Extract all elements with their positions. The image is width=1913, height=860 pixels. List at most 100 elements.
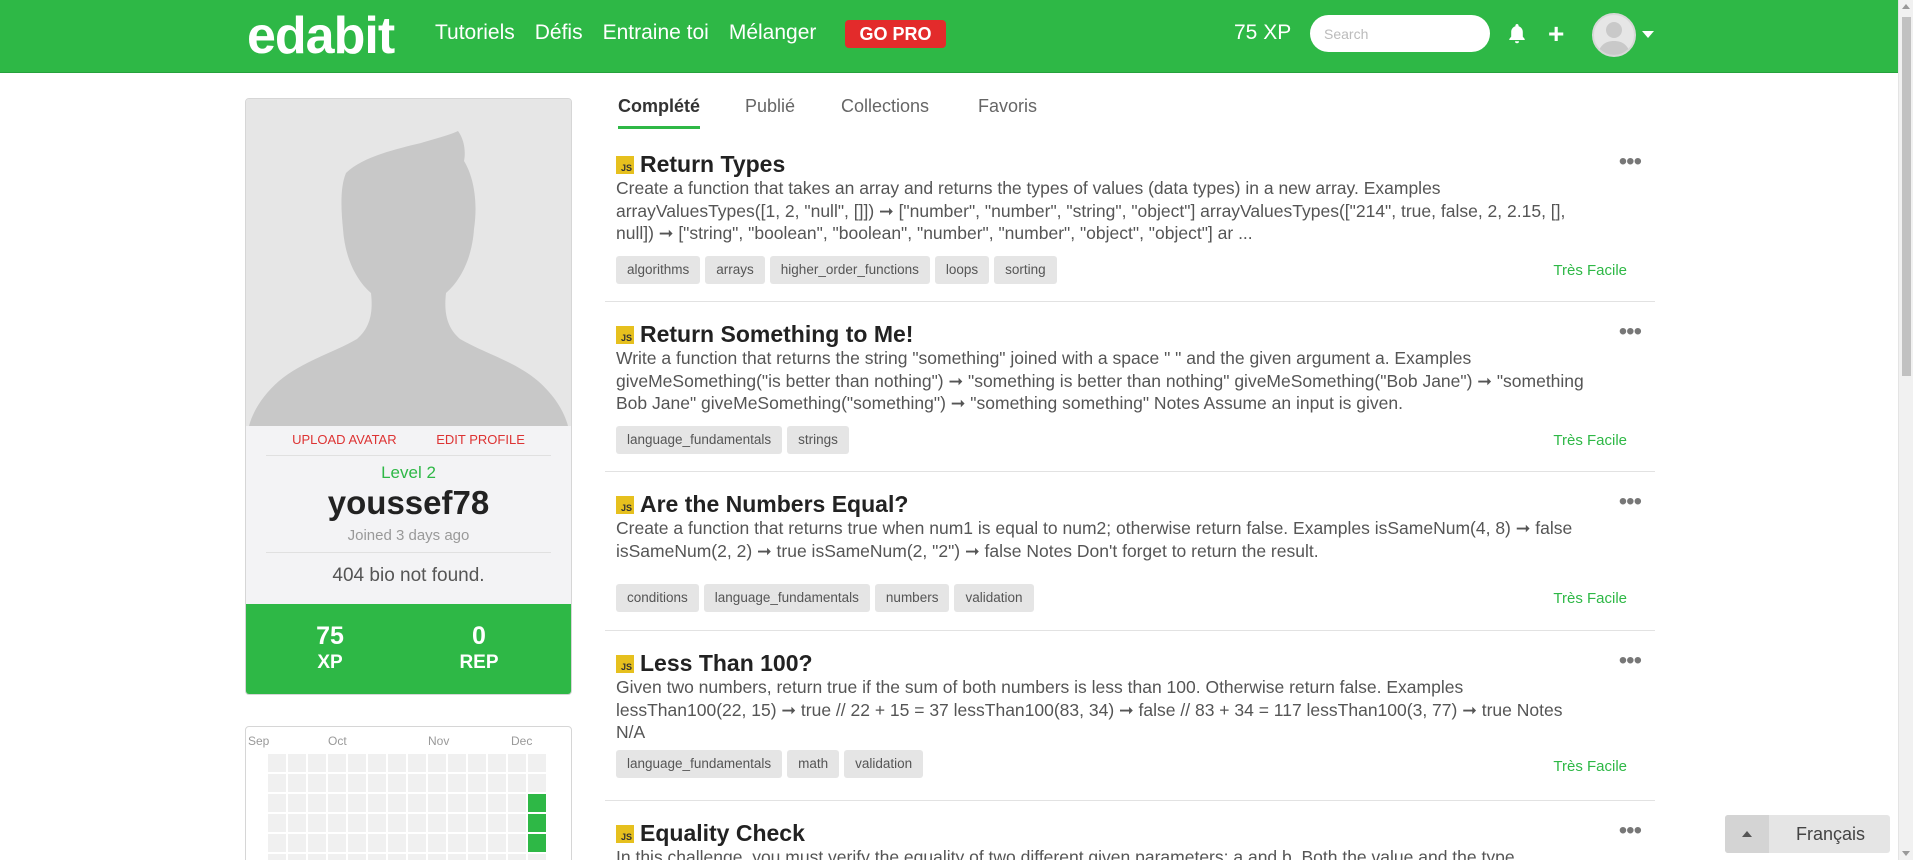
challenge-title[interactable]: Equality Check: [640, 820, 805, 847]
bell-icon[interactable]: [1505, 22, 1529, 46]
tag[interactable]: validation: [954, 584, 1034, 612]
more-options-icon[interactable]: •••: [1619, 649, 1642, 673]
tag[interactable]: loops: [934, 256, 990, 284]
challenge-item[interactable]: JS Less Than 100? ••• Given two numbers,…: [605, 649, 1655, 801]
heatmap-cell: [288, 834, 306, 852]
tab-favoris[interactable]: Favoris: [978, 96, 1037, 126]
chevron-up-icon[interactable]: [1725, 815, 1769, 853]
challenge-title[interactable]: Return Something to Me!: [640, 321, 913, 348]
challenge-header: JS Return Something to Me!: [616, 321, 913, 348]
tag[interactable]: math: [787, 750, 840, 778]
heatmap-cell: [288, 774, 306, 792]
stats-panel: 75 XP 0 REP: [246, 604, 571, 694]
search-input[interactable]: [1310, 15, 1490, 52]
nav-entraine-toi[interactable]: Entraine toi: [603, 21, 709, 45]
joined-date: Joined 3 days ago: [347, 527, 470, 544]
tag[interactable]: numbers: [874, 584, 950, 612]
tab-publie[interactable]: Publié: [745, 96, 795, 126]
heatmap-cell: [368, 854, 386, 860]
tag[interactable]: conditions: [616, 584, 699, 612]
language-selector[interactable]: Français: [1725, 815, 1890, 853]
chevron-down-icon[interactable]: [1642, 31, 1654, 38]
tag[interactable]: language_fundamentals: [616, 750, 783, 778]
tab-collections[interactable]: Collections: [841, 96, 929, 126]
challenge-tags: language_fundamentals math validation: [616, 750, 924, 778]
heatmap-cell: [388, 814, 406, 832]
heatmap-cell: [308, 774, 326, 792]
rep-value: 0: [472, 622, 486, 650]
heatmap-cell: [328, 794, 346, 812]
challenge-tags: language_fundamentals strings: [616, 426, 849, 454]
nav-tutoriels[interactable]: Tutoriels: [435, 21, 515, 45]
challenge-item[interactable]: JS Return Types ••• Create a function th…: [605, 150, 1655, 302]
tag[interactable]: sorting: [994, 256, 1057, 284]
heatmap-cell: [288, 814, 306, 832]
heatmap-cell: [488, 814, 506, 832]
xp-label: XP: [317, 652, 343, 673]
divider: [266, 455, 551, 456]
challenge-header: JS Are the Numbers Equal?: [616, 491, 908, 518]
tab-complete[interactable]: Complété: [618, 96, 701, 129]
tag[interactable]: language_fundamentals: [616, 426, 783, 454]
challenge-item[interactable]: JS Return Something to Me! ••• Write a f…: [605, 320, 1655, 472]
tag[interactable]: algorithms: [616, 256, 701, 284]
challenge-item[interactable]: JS Equality Check ••• In this challenge,…: [605, 820, 1655, 860]
challenge-header: JS Return Types: [616, 151, 785, 178]
challenge-title[interactable]: Return Types: [640, 151, 785, 178]
tag[interactable]: arrays: [705, 256, 765, 284]
heatmap-grid: [268, 754, 546, 860]
heatmap-cell: [468, 814, 486, 832]
heatmap-cell: [408, 774, 426, 792]
challenge-title[interactable]: Are the Numbers Equal?: [640, 491, 908, 518]
profile-tabs: Complété Publié Collections Favoris: [605, 96, 1655, 129]
nav-melanger[interactable]: Mélanger: [729, 21, 817, 45]
heatmap-cell: [508, 814, 526, 832]
top-navbar: edabit Tutoriels Défis Entraine toi Méla…: [0, 0, 1898, 73]
tag[interactable]: validation: [844, 750, 924, 778]
heatmap-cell: [408, 794, 426, 812]
scroll-down-icon[interactable]: [1902, 851, 1910, 856]
heatmap-cell: [428, 754, 446, 772]
heatmap-cell: [308, 754, 326, 772]
heatmap-cell: [528, 854, 546, 860]
edit-profile-link[interactable]: EDIT PROFILE: [436, 432, 525, 447]
user-level: Level 2: [381, 463, 436, 482]
upload-avatar-link[interactable]: UPLOAD AVATAR: [292, 432, 397, 447]
more-options-icon[interactable]: •••: [1619, 490, 1642, 514]
heatmap-cell: [328, 814, 346, 832]
heatmap-cell: [468, 754, 486, 772]
heatmap-cell: [388, 834, 406, 852]
more-options-icon[interactable]: •••: [1619, 320, 1642, 344]
language-label: Français: [1796, 824, 1866, 844]
nav-defis[interactable]: Défis: [535, 21, 583, 45]
avatar[interactable]: [1592, 13, 1636, 57]
more-options-icon[interactable]: •••: [1619, 150, 1642, 174]
heatmap-cell: [428, 814, 446, 832]
javascript-icon: JS: [616, 325, 634, 344]
tag[interactable]: language_fundamentals: [703, 584, 870, 612]
tag[interactable]: strings: [787, 426, 849, 454]
heatmap-cell: [328, 854, 346, 860]
scrollbar-thumb[interactable]: [1902, 17, 1911, 376]
heatmap-cell: [408, 814, 426, 832]
heatmap-cell: [468, 794, 486, 812]
heatmap-cell: [448, 834, 466, 852]
heatmap-cell: [368, 814, 386, 832]
challenge-title[interactable]: Less Than 100?: [640, 650, 813, 677]
go-pro-button[interactable]: GO PRO: [845, 20, 946, 48]
challenge-description: Create a function that returns true when…: [616, 518, 1573, 561]
heatmap-cell: [448, 854, 466, 860]
heatmap-cell: [308, 814, 326, 832]
plus-icon[interactable]: +: [1548, 20, 1564, 48]
challenge-item[interactable]: JS Are the Numbers Equal? ••• Create a f…: [605, 490, 1655, 631]
more-options-icon[interactable]: •••: [1619, 820, 1642, 843]
scroll-up-icon[interactable]: [1902, 4, 1910, 9]
javascript-icon: JS: [616, 824, 634, 843]
heatmap-cell: [428, 774, 446, 792]
tag[interactable]: higher_order_functions: [769, 256, 930, 284]
scrollbar[interactable]: [1898, 0, 1913, 860]
heatmap-cell: [368, 754, 386, 772]
heatmap-cell: [428, 834, 446, 852]
heatmap-cell: [368, 774, 386, 792]
logo[interactable]: edabit: [247, 6, 395, 66]
